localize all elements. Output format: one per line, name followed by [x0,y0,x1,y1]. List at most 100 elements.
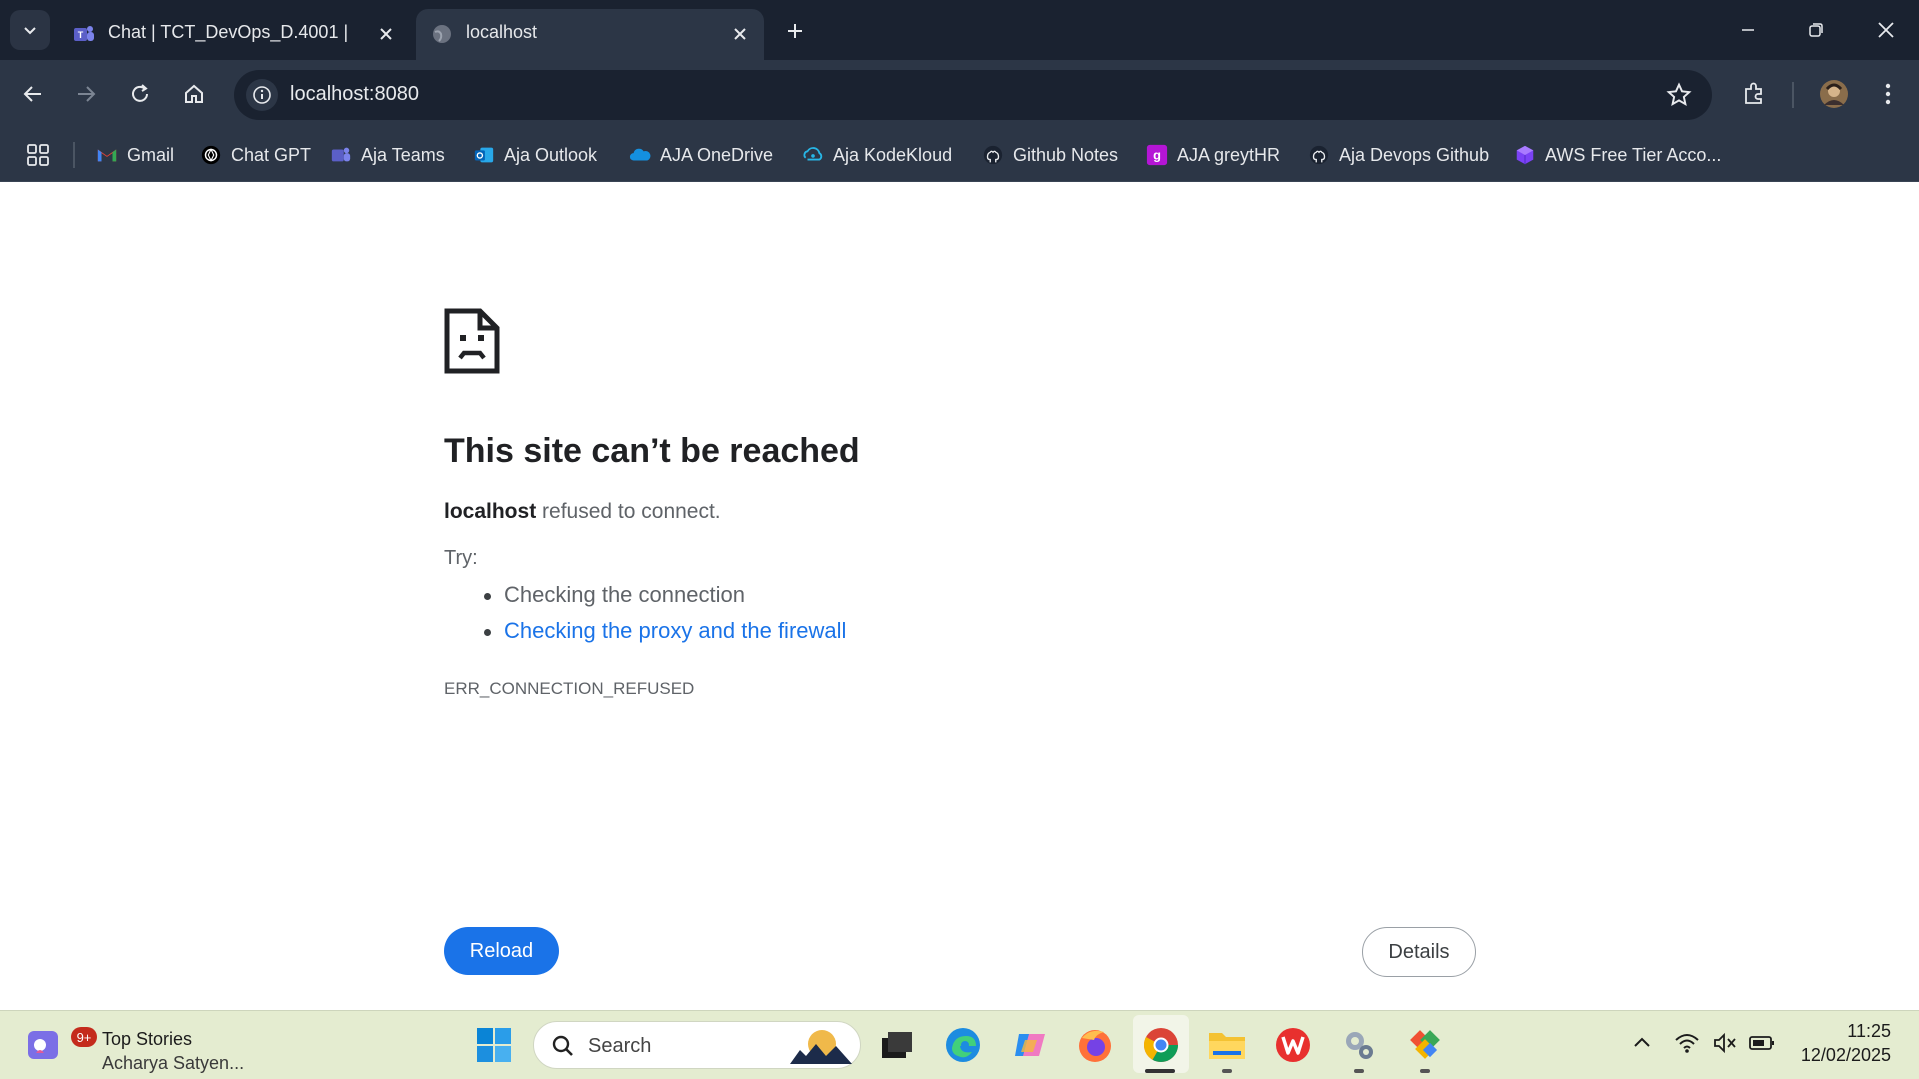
new-tab-button[interactable] [778,14,812,48]
bookmark-aja-devops-github[interactable]: Aja Devops Github [1308,140,1489,170]
active-indicator [1145,1069,1175,1073]
site-info-button[interactable] [246,79,278,111]
suggestion-check-proxy-link[interactable]: Checking the proxy and the firewall [483,618,846,644]
firefox-icon [1079,1030,1111,1062]
search-label: Search [588,1035,652,1057]
reload-toolbar-button[interactable] [120,74,160,114]
close-icon[interactable] [374,22,398,46]
running-indicator [1222,1069,1232,1073]
taskbar-chrome[interactable] [1133,1015,1189,1073]
info-icon [253,86,271,104]
taskbar-file-explorer[interactable] [1207,1025,1247,1073]
edge-icon [946,1028,980,1062]
browser-chrome: T Chat | TCT_DevOps_D.4001 | Mi localhos… [0,0,1919,182]
suggestion-check-connection: Checking the connection [484,582,745,607]
error-message: refused to connect. [542,500,721,523]
tab-search-button[interactable] [10,10,50,50]
taskbar-edge[interactable] [943,1025,983,1065]
profile-button[interactable] [1814,74,1854,114]
bookmark-label: AWS Free Tier Acco... [1545,144,1722,165]
wifi-icon[interactable] [1674,1031,1700,1055]
bookmark-aja-greythr[interactable]: g AJA greytHR [1146,140,1280,170]
volume-muted-icon[interactable] [1712,1031,1738,1055]
windows-start-icon[interactable] [476,1027,512,1063]
tab-teams-chat[interactable]: T Chat | TCT_DevOps_D.4001 | Mi [58,9,410,60]
bookmark-github-notes[interactable]: Github Notes [982,140,1118,170]
teams-icon: T [74,26,94,41]
svg-text:g: g [1153,148,1161,163]
bookmarks-bar: Gmail Chat GPT Aja Teams Aja Outlook AJA… [0,128,1919,182]
notification-badge: 9+ [71,1027,97,1047]
extensions-button[interactable] [1734,74,1774,114]
folder-icon [1209,1033,1245,1059]
teams-icon [331,147,351,162]
bookmark-label: Aja KodeKloud [833,144,953,165]
address-text[interactable]: localhost:8080 [290,83,419,106]
error-headline: This site can’t be reached [444,432,860,470]
apps-button[interactable] [26,140,50,170]
avatar [1820,80,1848,108]
bookmark-aja-kodekloud[interactable]: Aja KodeKloud [802,140,952,170]
github-icon [1309,145,1329,165]
clock-time[interactable]: 11:25 [1847,1021,1891,1042]
back-button[interactable] [13,74,53,114]
widget-title: Top Stories [102,1029,193,1049]
tab-title: Chat | TCT_DevOps_D.4001 | Mi [108,22,348,42]
taskbar-wps-office[interactable] [1273,1025,1313,1065]
taskbar-git-app[interactable] [1405,1025,1445,1073]
chatgpt-icon [201,145,221,165]
widget-subtitle: Acharya Satyen... [102,1053,245,1073]
wps-office-icon [1276,1028,1310,1062]
home-button[interactable] [174,74,214,114]
chevron-up-icon[interactable] [1632,1035,1652,1049]
greythr-icon: g [1146,144,1168,166]
arrow-right-icon [78,86,96,102]
github-icon [983,145,1003,165]
taskbar-task-view[interactable] [877,1025,917,1065]
bookmark-label: Github Notes [1013,144,1119,165]
reload-button[interactable]: Reload [444,927,559,975]
globe-icon [433,25,451,43]
close-window-button[interactable] [1862,10,1910,50]
running-indicator [1354,1069,1364,1073]
bookmark-aja-outlook[interactable]: Aja Outlook [473,140,597,170]
svg-text:T: T [78,30,84,40]
details-button[interactable]: Details [1362,927,1476,977]
tab-title: localhost [466,22,538,42]
restore-button[interactable] [1792,10,1840,50]
puzzle-icon [1745,82,1762,104]
taskbar-firefox[interactable] [1075,1025,1115,1065]
tab-localhost[interactable]: localhost [416,9,764,60]
try-label: Try: [444,547,478,569]
copilot-icon [1015,1034,1045,1056]
clock-date[interactable]: 12/02/2025 [1801,1045,1891,1066]
bookmark-label: Aja Teams [361,144,445,165]
search-icon [552,1035,573,1056]
bookmark-gmail[interactable]: Gmail [96,140,174,170]
taskbar-copilot[interactable] [1010,1025,1050,1065]
bookmark-label: AJA OneDrive [660,144,774,165]
bookmark-aja-onedrive[interactable]: AJA OneDrive [629,140,773,170]
address-bar[interactable]: localhost:8080 [234,70,1712,120]
task-view-icon [882,1032,912,1058]
forward-button[interactable] [66,74,106,114]
onedrive-icon [629,148,651,161]
bookmark-aws-free-tier[interactable]: AWS Free Tier Acco... [1514,140,1721,170]
error-host: localhost [444,500,537,523]
taskbar-search[interactable]: Search [533,1021,861,1069]
bookmark-aja-teams[interactable]: Aja Teams [330,140,445,170]
star-icon[interactable] [1666,82,1692,108]
home-icon [185,84,203,103]
menu-button[interactable] [1868,74,1908,114]
browser-toolbar: localhost:8080 [0,60,1919,128]
close-icon[interactable] [728,22,752,46]
bookmark-chatgpt[interactable]: Chat GPT [200,140,311,170]
tab-strip: T Chat | TCT_DevOps_D.4001 | Mi localhos… [0,0,1919,60]
battery-icon[interactable] [1748,1031,1776,1055]
error-code: ERR_CONNECTION_REFUSED [444,679,695,698]
taskbar-settings-app[interactable] [1339,1025,1379,1073]
bookmark-label: Chat GPT [231,144,312,165]
minimize-button[interactable] [1724,10,1772,50]
apps-grid-icon [27,144,49,166]
bookmark-label: AJA greytHR [1177,144,1281,165]
